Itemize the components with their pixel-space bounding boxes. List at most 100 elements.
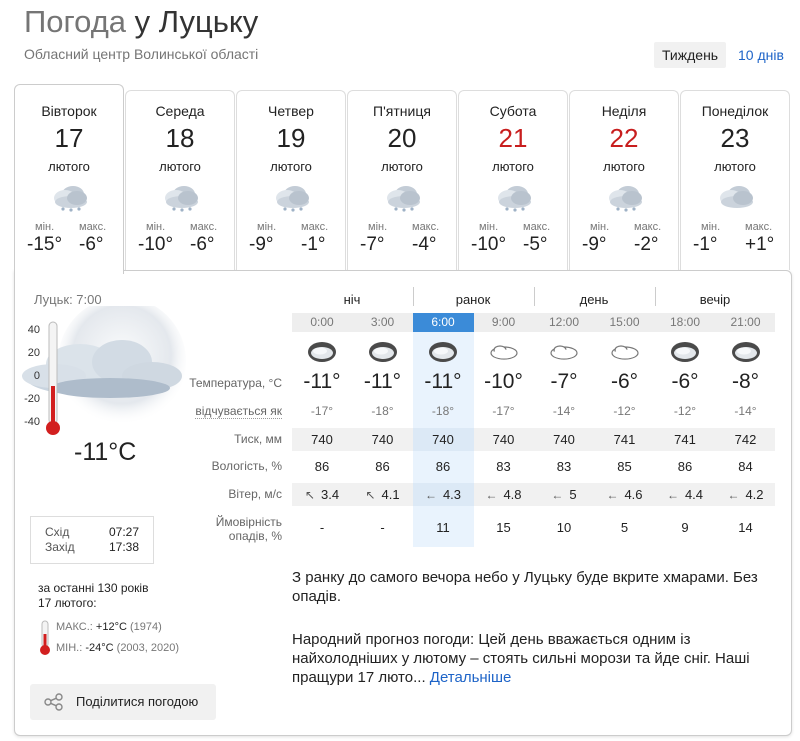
day-tab-2[interactable]: Середа 18 лютого мін. макс. -10° -6° xyxy=(125,90,235,270)
wind-row-label: Вітер, м/с xyxy=(228,487,282,501)
day-tab-4[interactable]: П'ятниця 20 лютого мін. макс. -7° -4° xyxy=(347,90,457,270)
hourly-feels-like: -12° xyxy=(613,404,636,418)
current-temperature: -11°C xyxy=(74,438,137,466)
hourly-temperature: -11° xyxy=(303,370,341,393)
day-name: Четвер xyxy=(268,103,314,119)
cloudy-snow-icon-wrap xyxy=(162,183,200,218)
hourly-temperature: -11° xyxy=(424,370,462,393)
day-name: Середа xyxy=(155,103,205,119)
max-label: макс. xyxy=(745,221,773,233)
hourly-humidity: 86 xyxy=(677,459,693,474)
hourly-temperature: -7° xyxy=(550,370,578,393)
hourly-wind: ← 4.4 xyxy=(655,487,715,502)
day-tab-3[interactable]: Четвер 19 лютого мін. макс. -9° -1° xyxy=(236,90,346,270)
sunset-label: Захід xyxy=(45,540,75,554)
time-cell: 9:00 xyxy=(491,315,516,329)
min-label: мін. xyxy=(257,221,277,233)
day-tab-5[interactable]: Субота 21 лютого мін. макс. -10° -5° xyxy=(458,90,568,270)
hourly-precip-chance: 5 xyxy=(620,520,629,535)
wind-speed: 4.2 xyxy=(745,487,764,502)
week-range-button[interactable]: Тиждень xyxy=(654,42,727,68)
max-label: макс. xyxy=(412,221,440,233)
hourly-pressure: 740 xyxy=(432,432,454,447)
max-temp: -2° xyxy=(634,234,659,255)
hourly-humidity: 83 xyxy=(496,459,511,474)
hourly-temperature: -8° xyxy=(731,370,760,393)
min-temp: -10° xyxy=(471,234,507,255)
hourly-humidity: 85 xyxy=(617,459,632,474)
wind-speed: 4.4 xyxy=(684,487,704,502)
day-name: Понеділок xyxy=(701,103,769,119)
precip-row-label-1: Ймовірність xyxy=(215,515,282,529)
hourly-humidity: 83 xyxy=(556,459,572,474)
details-link[interactable]: Детальніше xyxy=(430,669,512,686)
wind-speed: 3.4 xyxy=(320,487,340,502)
day-description: З ранку до самого вечора небо у Луцьку б… xyxy=(292,569,758,605)
share-icon xyxy=(44,693,63,711)
hourly-feels-like: -18° xyxy=(371,404,394,418)
max-temp: +1° xyxy=(745,234,775,255)
min-label: мін. xyxy=(701,221,721,233)
day-tab-1[interactable]: Вівторок 17 лютого мін. макс. -15° -6° xyxy=(14,84,124,274)
hourly-temperature: -6° xyxy=(610,370,639,393)
day-tab-6[interactable]: Неділя 22 лютого мін. макс. -9° -2° xyxy=(569,90,679,270)
max-temp: -5° xyxy=(523,234,548,255)
cloud-icon xyxy=(610,345,639,360)
overcast-icon xyxy=(308,342,336,362)
max-label: макс. xyxy=(634,221,662,233)
feels-like-row-label[interactable]: відчувається як xyxy=(170,404,282,419)
min-temp: -9° xyxy=(249,234,274,255)
wind-direction-icon: ← xyxy=(551,488,564,502)
cloudy-snow-icon xyxy=(498,186,531,212)
hourly-feels-like: -17° xyxy=(310,404,334,418)
day-tab-7[interactable]: Понеділок 23 лютого мін. макс. -1° +1° xyxy=(680,90,790,270)
time-cell: 3:00 xyxy=(370,315,395,329)
overcast-icon xyxy=(671,342,699,362)
cloudy-snow-icon-wrap xyxy=(273,183,311,218)
hourly-wind: ← 4.8 xyxy=(474,487,534,502)
max-label: макс. xyxy=(301,221,329,233)
history-line1: за останні 130 років xyxy=(38,581,149,595)
period-2: ранок xyxy=(455,292,491,307)
period-4: вечір xyxy=(699,292,731,307)
day-month: лютого xyxy=(603,159,645,174)
day-month: лютого xyxy=(159,159,201,174)
time-cell: 6:00 xyxy=(431,315,455,329)
hourly-precip-chance: - xyxy=(380,520,385,535)
min-label: мін. xyxy=(479,221,499,233)
hourly-humidity: 86 xyxy=(314,459,330,474)
share-weather-button[interactable]: Поділитися погодою xyxy=(30,684,216,720)
folk-forecast-label: Народний прогноз погоди: xyxy=(292,631,475,648)
day-name: П'ятниця xyxy=(373,103,431,119)
day-name: Неділя xyxy=(601,103,647,119)
wind-speed: 4.3 xyxy=(442,487,462,502)
hourly-feels-like: -14° xyxy=(552,404,576,418)
sun-times-box: Схід 07:27 Захід 17:38 xyxy=(30,516,154,564)
cloudy-snow-icon xyxy=(165,186,198,212)
cloud-icon xyxy=(550,345,578,360)
current-weather-illustration xyxy=(22,306,186,425)
max-temp: -4° xyxy=(412,234,437,255)
hourly-feels-like: -18° xyxy=(431,404,455,418)
min-temp: -1° xyxy=(693,234,718,255)
hourly-feels-like: -14° xyxy=(734,404,757,418)
ten-days-range-link[interactable]: 10 днів xyxy=(730,42,792,68)
hourly-wind: ↖ 4.1 xyxy=(353,487,413,502)
cloudy-icon xyxy=(720,186,753,208)
hourly-wind: ↖ 3.4 xyxy=(292,487,352,502)
scale-label: -40 xyxy=(24,416,40,428)
wind-direction-icon: ↖ xyxy=(365,488,376,502)
scale-label: -20 xyxy=(24,393,40,405)
hourly-wind: ← 5 xyxy=(534,487,594,502)
hourly-pressure: 741 xyxy=(674,432,696,447)
hourly-humidity: 86 xyxy=(375,459,390,474)
wind-speed: 4.1 xyxy=(381,487,400,502)
hourly-pressure: 740 xyxy=(553,432,575,447)
hourly-wind: ← 4.2 xyxy=(716,487,776,502)
day-name: Вівторок xyxy=(41,103,97,119)
min-temp: -9° xyxy=(582,234,607,255)
current-time: Луцьк: 7:00 xyxy=(34,292,102,307)
day-month: лютого xyxy=(270,159,312,174)
day-number: 21 xyxy=(498,123,528,153)
cloudy-snow-icon xyxy=(609,186,642,212)
